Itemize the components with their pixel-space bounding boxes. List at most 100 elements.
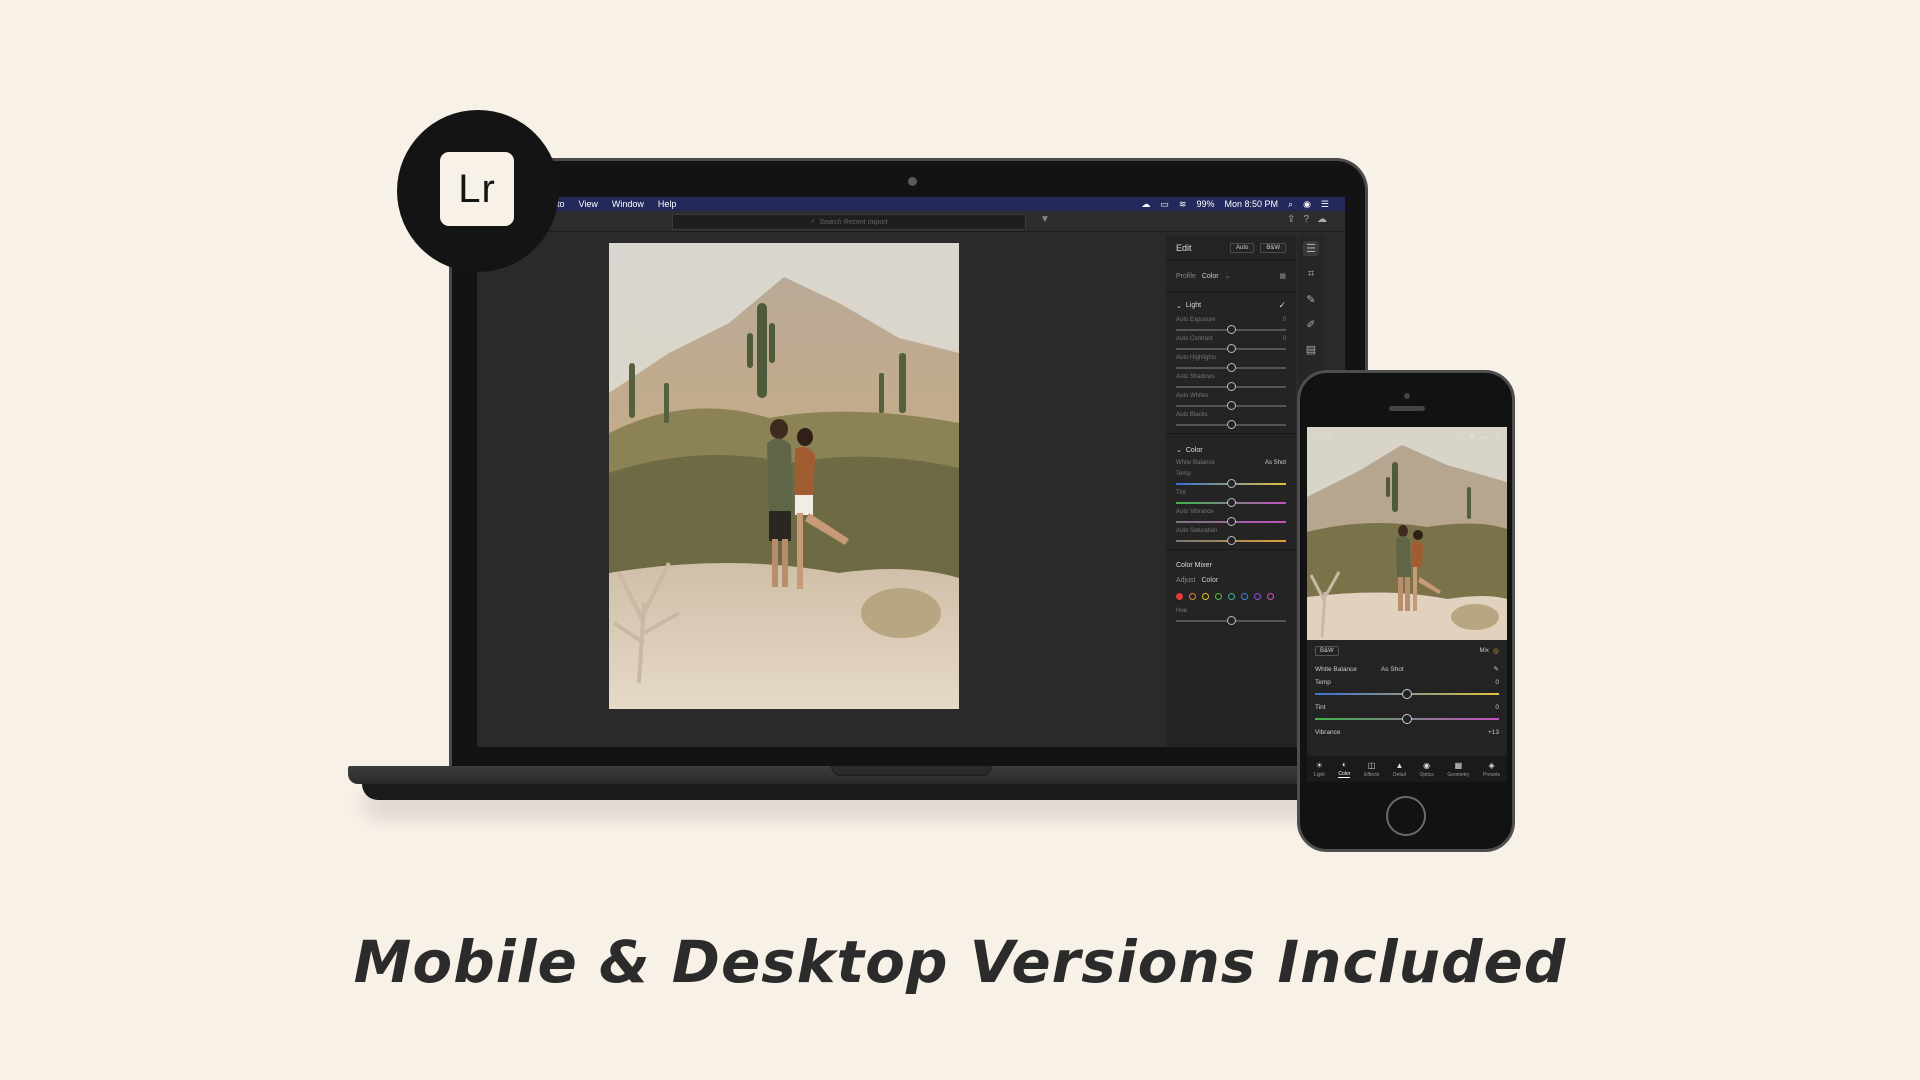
camera-icon[interactable]: ◙ xyxy=(1470,433,1474,441)
more-icon[interactable]: ⊖ xyxy=(1495,433,1501,441)
phone-home-button[interactable] xyxy=(1386,796,1426,836)
slider-track[interactable] xyxy=(1176,382,1286,391)
spotlight-search-icon[interactable]: ⌕ xyxy=(1288,199,1293,210)
slider-thumb[interactable] xyxy=(1227,536,1236,545)
menu-view[interactable]: View xyxy=(579,199,598,209)
slider-track[interactable] xyxy=(1176,479,1286,488)
battery-status[interactable]: 99% xyxy=(1196,199,1214,209)
mobile-tab-light[interactable]: ☀ Light xyxy=(1314,761,1325,778)
airplay-icon[interactable]: ▭ xyxy=(1160,199,1169,210)
mobile-tab-optics[interactable]: ◉ Optics xyxy=(1420,761,1434,778)
checkmark-icon[interactable]: ✓ xyxy=(1278,300,1286,311)
slider-track[interactable] xyxy=(1176,363,1286,372)
slider-thumb[interactable] xyxy=(1227,344,1236,353)
color-section-header[interactable]: ⌄ Color xyxy=(1166,438,1296,458)
slider-label: Auto Exposure xyxy=(1176,317,1216,323)
mobile-wb-dropdown[interactable]: As Shot xyxy=(1381,666,1404,673)
white-balance-dropdown[interactable]: As Shot xyxy=(1265,460,1286,466)
hue-slider[interactable] xyxy=(1176,616,1286,625)
color-swatch[interactable] xyxy=(1241,593,1248,600)
siri-icon[interactable]: ◉ xyxy=(1303,199,1311,210)
clock[interactable]: Mon 8:50 PM xyxy=(1224,199,1278,209)
tint-slider[interactable] xyxy=(1315,714,1499,724)
bw-button[interactable]: B&W xyxy=(1260,242,1286,253)
wifi-icon[interactable]: ≋ xyxy=(1179,199,1187,210)
adjust-dropdown[interactable]: Color xyxy=(1201,577,1218,584)
eyedropper-icon[interactable]: ✎ xyxy=(1494,665,1499,673)
light-section-header[interactable]: ⌄ Light ✓ xyxy=(1166,292,1296,315)
mobile-photo[interactable] xyxy=(1307,427,1507,640)
slider-thumb[interactable] xyxy=(1227,325,1236,334)
color-wheel-icon[interactable]: ◎ xyxy=(1493,647,1499,655)
slider-row: Auto Blacks xyxy=(1166,410,1296,429)
slider-track[interactable] xyxy=(1176,517,1286,526)
profile-browser-icon[interactable]: ▦ xyxy=(1279,272,1286,280)
slider-track[interactable] xyxy=(1176,536,1286,545)
mobile-edit-title[interactable]: Edit xyxy=(1321,434,1333,441)
mobile-tab-color[interactable]: ◐ Color xyxy=(1338,760,1351,778)
healing-brush-icon[interactable]: ✎ xyxy=(1306,293,1315,306)
slider-track[interactable] xyxy=(1176,325,1286,334)
color-swatch[interactable] xyxy=(1176,593,1183,600)
search-input[interactable]: ⌕ Search Recent Import xyxy=(672,214,1026,230)
slider-label: Auto Saturation xyxy=(1176,528,1218,534)
slider-thumb[interactable] xyxy=(1227,616,1236,625)
color-swatch[interactable] xyxy=(1215,593,1222,600)
slider-row: Auto Shadows xyxy=(1166,372,1296,391)
color-swatch[interactable] xyxy=(1267,593,1274,600)
color-swatch[interactable] xyxy=(1202,593,1209,600)
slider-track[interactable] xyxy=(1176,401,1286,410)
menu-window[interactable]: Window xyxy=(612,199,644,209)
mobile-tab-bar: ☀ Light ◐ Color ◫ Effects ▲ Detail ◉ Optics ▦ Geome… xyxy=(1307,756,1507,782)
edited-photo[interactable] xyxy=(609,243,959,709)
mobile-tab-label: Detail xyxy=(1393,771,1406,778)
slider-thumb[interactable] xyxy=(1227,479,1236,488)
back-arrow-icon[interactable]: ‹ xyxy=(1313,434,1315,441)
slider-thumb[interactable] xyxy=(1402,689,1412,699)
mix-label[interactable]: Mix xyxy=(1480,648,1489,654)
edit-sliders-icon[interactable]: ☰ xyxy=(1303,241,1319,256)
color-swatch[interactable] xyxy=(1189,593,1196,600)
crop-icon[interactable]: ⌗ xyxy=(1308,268,1314,281)
mobile-tab-geometry[interactable]: ▦ Geometry xyxy=(1447,761,1469,778)
slider-thumb[interactable] xyxy=(1227,517,1236,526)
notification-center-icon[interactable]: ☰ xyxy=(1321,199,1329,210)
slider-track[interactable] xyxy=(1176,344,1286,353)
color-swatch[interactable] xyxy=(1228,593,1235,600)
share-icon[interactable]: ⇪ xyxy=(1287,214,1295,225)
phone-speaker xyxy=(1389,406,1425,411)
mobile-bw-button[interactable]: B&W xyxy=(1315,646,1339,656)
slider-thumb[interactable] xyxy=(1227,420,1236,429)
brush-icon[interactable]: ✐ xyxy=(1306,318,1315,331)
color-mixer-header[interactable]: Color Mixer xyxy=(1166,554,1296,573)
adjust-label: Adjust xyxy=(1176,576,1196,584)
auto-button[interactable]: Auto xyxy=(1229,242,1255,253)
mobile-tab-presets[interactable]: ◈ Presets xyxy=(1483,761,1500,778)
temp-value: 0 xyxy=(1495,679,1499,686)
slider-thumb[interactable] xyxy=(1402,714,1412,724)
profile-dropdown[interactable]: Color xyxy=(1202,273,1219,280)
edit-panel: Edit Auto B&W Profile Color ⌄ ▦ ⌄ Light … xyxy=(1166,235,1296,747)
color-swatch[interactable] xyxy=(1254,593,1261,600)
menu-help[interactable]: Help xyxy=(658,199,677,209)
cloud-icon[interactable]: ☁ xyxy=(1317,214,1327,225)
mobile-tab-detail[interactable]: ▲ Detail xyxy=(1393,761,1406,778)
slider-thumb[interactable] xyxy=(1227,498,1236,507)
temp-slider[interactable] xyxy=(1315,689,1499,699)
help-icon[interactable]: ? xyxy=(1303,214,1309,225)
mobile-tab-effects[interactable]: ◫ Effects xyxy=(1364,761,1379,778)
filter-icon[interactable]: ▼ xyxy=(1040,214,1050,225)
gradient-icon[interactable]: ▤ xyxy=(1306,343,1316,356)
light-icon: ☀ xyxy=(1315,760,1323,770)
cloud-icon[interactable]: ☁ xyxy=(1481,433,1488,441)
mac-menu-bar: oto View Window Help ☁ ▭ ≋ 99% Mon 8:50 … xyxy=(477,197,1345,211)
slider-track[interactable] xyxy=(1176,498,1286,507)
slider-thumb[interactable] xyxy=(1227,401,1236,410)
undo-icon[interactable]: ↶ xyxy=(1457,433,1463,441)
slider-track[interactable] xyxy=(1176,420,1286,429)
cloud-sync-icon[interactable]: ☁ xyxy=(1141,199,1150,210)
slider-thumb[interactable] xyxy=(1227,363,1236,372)
light-title: Light xyxy=(1185,302,1202,309)
hue-label: Hue xyxy=(1176,608,1188,614)
slider-thumb[interactable] xyxy=(1227,382,1236,391)
